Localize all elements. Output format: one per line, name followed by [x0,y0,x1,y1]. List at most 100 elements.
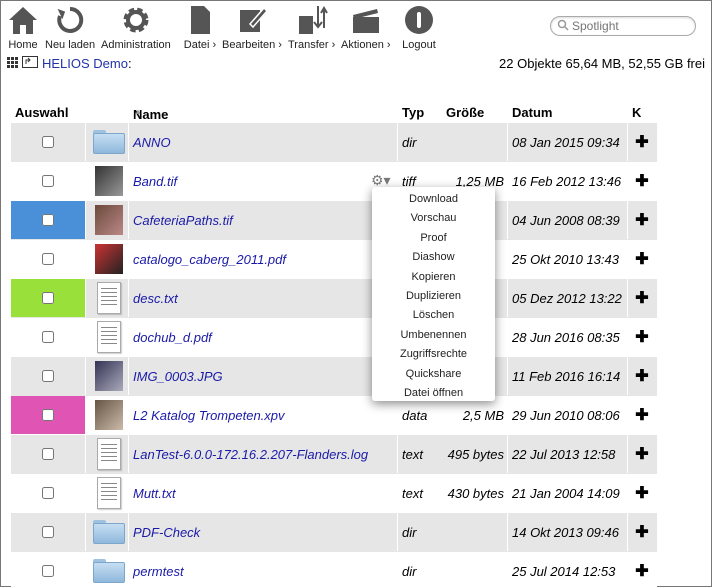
actions-menu-button[interactable]: Aktionen › [341,3,391,51]
home-button[interactable]: Home [6,3,40,51]
column-divider [85,357,86,395]
menu-item[interactable]: Umbenennen [372,326,495,345]
add-icon[interactable]: ✚ [627,435,657,473]
menu-item[interactable]: Datei öffnen [372,384,495,403]
menu-item[interactable]: Vorschau [372,209,495,228]
select-checkbox[interactable] [42,331,54,343]
menu-item[interactable]: Duplizieren [372,287,495,306]
file-thumbnail[interactable] [90,357,128,395]
column-divider [627,279,628,317]
file-name-link[interactable]: Mutt.txt [133,474,176,512]
file-name-link[interactable]: PDF-Check [133,513,200,551]
table-row[interactable]: L2 Katalog Trompeten.xpv data 2,5 MB 29 Jun… [11,396,657,435]
select-checkbox[interactable] [42,409,54,421]
menu-item[interactable]: Kopieren [372,268,495,287]
file-thumbnail[interactable] [90,513,128,551]
table-row[interactable]: dochub_d.pdf 28 Jun 2016 08:35 ✚ [11,318,657,357]
add-icon[interactable]: ✚ [627,513,657,551]
file-name-link[interactable]: dochub_d.pdf [133,318,212,356]
file-thumbnail[interactable] [90,318,128,356]
add-icon[interactable]: ✚ [627,357,657,395]
menu-item[interactable]: Löschen [372,306,495,325]
reload-button[interactable]: Neu laden [45,3,95,51]
file-name-link[interactable]: CafeteriaPaths.tif [133,201,233,239]
table-row[interactable]: IMG_0003.JPG 11 Feb 2016 16:14 ✚ [11,357,657,396]
file-name-link[interactable]: desc.txt [133,279,178,317]
file-thumbnail[interactable] [90,435,128,473]
column-divider [507,279,508,317]
file-name-link[interactable]: Band.tif [133,162,177,200]
table-row[interactable]: LanTest-6.0.0-172.16.2.207-Flanders.log t… [11,435,657,474]
table-row[interactable]: Mutt.txt text 430 bytes 21 Jan 2004 14:09 ✚ [11,474,657,513]
file-name-link[interactable]: catalogo_caberg_2011.pdf [133,240,286,278]
edit-menu-button[interactable]: Bearbeiten › [222,3,282,51]
select-checkbox[interactable] [42,370,54,382]
select-checkbox[interactable] [42,253,54,265]
add-icon[interactable]: ✚ [627,240,657,278]
select-checkbox[interactable] [42,292,54,304]
file-menu-button[interactable]: Datei › [183,3,217,51]
column-date[interactable]: Datum [512,105,552,120]
menu-item[interactable]: Quickshare [372,365,495,384]
file-thumbnail[interactable] [90,552,128,587]
table-row[interactable]: Band.tif tiff 1,25 MB 16 Feb 2012 13:46 ✚ ⚙▾ [11,162,657,201]
table-row[interactable]: CafeteriaPaths.tif 04 Jun 2008 08:39 ✚ [11,201,657,240]
parent-folder-icon[interactable] [22,55,38,71]
file-name-link[interactable]: L2 Katalog Trompeten.xpv [133,396,285,434]
column-size[interactable]: Größe [446,105,484,120]
add-icon[interactable]: ✚ [627,318,657,356]
file-name-link[interactable]: IMG_0003.JPG [133,357,223,395]
column-type[interactable]: Typ [402,105,424,120]
add-icon[interactable]: ✚ [627,396,657,434]
table-row[interactable]: catalogo_caberg_2011.pdf 25 Okt 2010 13:4… [11,240,657,279]
file-thumbnail[interactable] [90,396,128,434]
column-divider [507,318,508,356]
add-icon[interactable]: ✚ [627,552,657,587]
file-thumbnail[interactable] [90,162,128,200]
select-checkbox[interactable] [42,487,54,499]
add-icon[interactable]: ✚ [627,474,657,512]
menu-item[interactable]: Proof [372,229,495,248]
logout-button[interactable]: Logout [402,3,436,51]
table-row[interactable]: desc.txt 05 Dez 2012 13:22 ✚ [11,279,657,318]
select-checkbox[interactable] [42,526,54,538]
table-row[interactable]: ANNO dir 08 Jan 2015 09:34 ✚ [11,123,657,162]
select-checkbox[interactable] [42,175,54,187]
add-icon[interactable]: ✚ [627,201,657,239]
administration-button[interactable]: Administration [101,3,171,51]
select-checkbox[interactable] [42,448,54,460]
spotlight-search[interactable] [550,16,696,36]
file-thumbnail[interactable] [90,279,128,317]
volume-link[interactable]: HELIOS Demo [42,56,128,71]
file-size: 495 bytes [447,446,504,462]
column-divider [128,123,129,161]
add-icon[interactable]: ✚ [627,279,657,317]
file-thumbnail[interactable] [90,240,128,278]
select-checkbox[interactable] [42,565,54,577]
add-icon[interactable]: ✚ [627,162,657,200]
menu-item[interactable]: Zugriffsrechte [372,345,495,364]
menu-item[interactable]: Diashow [372,248,495,267]
column-divider [85,474,86,512]
edit-icon [235,3,269,37]
column-divider [128,318,129,356]
menu-item[interactable]: Download [372,190,495,209]
reload-icon [53,3,87,37]
table-row[interactable]: permtest dir 25 Jul 2014 12:53 ✚ [11,552,657,587]
file-thumbnail[interactable] [90,201,128,239]
select-checkbox[interactable] [42,136,54,148]
file-name-link[interactable]: ANNO [133,123,171,161]
actions-menu-label: Aktionen › [341,39,391,51]
select-cell [11,474,85,512]
select-checkbox[interactable] [42,214,54,226]
file-thumbnail[interactable] [90,123,128,161]
file-name-link[interactable]: permtest [133,552,184,587]
file-thumbnail[interactable] [90,474,128,512]
transfer-menu-button[interactable]: Transfer › [288,3,335,51]
grid-view-icon[interactable] [7,56,18,71]
file-name-link[interactable]: LanTest-6.0.0-172.16.2.207-Flanders.log [133,435,368,473]
add-icon[interactable]: ✚ [627,123,657,161]
table-row[interactable]: PDF-Check dir 14 Okt 2013 09:46 ✚ [11,513,657,552]
column-divider [507,357,508,395]
search-input[interactable] [572,19,682,33]
